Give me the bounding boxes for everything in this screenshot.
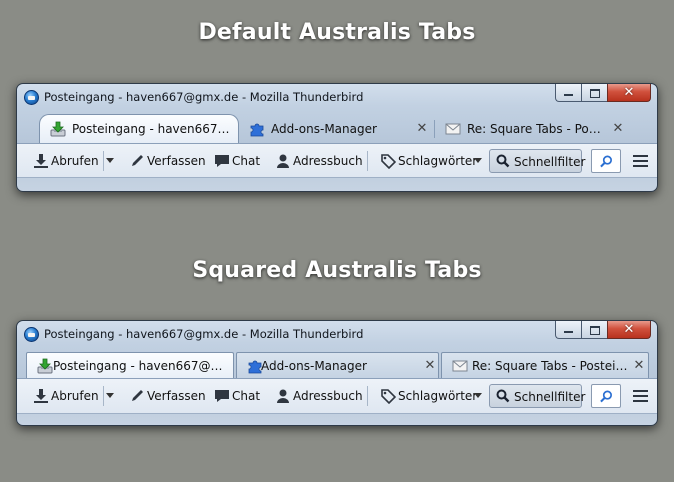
chevron-down-icon[interactable] xyxy=(106,393,114,398)
chevron-down-icon xyxy=(474,157,482,163)
tags-label: Schlagwörter xyxy=(398,389,478,403)
tab-addons-label: Add-ons-Manager xyxy=(271,121,377,136)
chat-button[interactable]: Chat xyxy=(214,384,264,408)
tab-re-square-label: Re: Square Tabs - Posteinga... xyxy=(472,358,628,373)
chat-bubble-icon xyxy=(215,390,229,402)
get-messages-label: Abrufen xyxy=(51,153,99,168)
tab-close-icon[interactable]: ✕ xyxy=(423,358,437,374)
title-bar[interactable]: Posteingang - haven667@gmx.de - Mozilla … xyxy=(17,84,657,111)
thunderbird-app-icon[interactable] xyxy=(24,327,39,342)
chevron-down-icon xyxy=(474,393,482,398)
write-button[interactable]: Verfassen xyxy=(129,149,209,173)
inbox-download-icon xyxy=(50,121,66,137)
window-title: Posteingang - haven667@gmx.de - Mozilla … xyxy=(44,90,364,104)
search-input[interactable] xyxy=(591,148,621,173)
chat-label: Chat xyxy=(232,153,261,168)
minimize-button[interactable] xyxy=(555,321,581,339)
inbox-download-icon xyxy=(37,358,53,373)
thunderbird-window-squared: Posteingang - haven667@gmx.de - Mozilla … xyxy=(16,320,658,426)
tab-strip: Posteingang - haven667@gmx.... Add-ons-M… xyxy=(17,352,657,378)
person-icon xyxy=(277,154,289,168)
chevron-down-icon[interactable] xyxy=(106,157,114,163)
envelope-icon xyxy=(445,123,461,134)
address-book-label: Adressbuch xyxy=(293,389,363,403)
tab-close-icon[interactable]: ✕ xyxy=(415,121,429,137)
tags-label: Schlagwörter xyxy=(398,153,478,168)
chat-button[interactable]: Chat xyxy=(214,149,264,173)
write-label: Verfassen xyxy=(147,389,206,403)
maximize-icon xyxy=(590,89,600,98)
maximize-button[interactable] xyxy=(581,84,607,102)
get-messages-button[interactable]: Abrufen xyxy=(33,149,101,173)
quick-filter-label: Schnellfilter xyxy=(514,154,586,169)
window-caption-buttons: ✕ xyxy=(555,321,651,340)
get-messages-label: Abrufen xyxy=(51,389,99,403)
window-title: Posteingang - haven667@gmx.de - Mozilla … xyxy=(44,327,364,341)
tab-close-icon[interactable]: ✕ xyxy=(611,121,625,137)
search-icon xyxy=(496,154,510,167)
minimize-icon xyxy=(564,331,573,333)
tab-inbox[interactable]: Posteingang - haven667@g... xyxy=(39,114,239,143)
heading-default-tabs: Default Australis Tabs xyxy=(198,20,476,45)
tab-addons-label: Add-ons-Manager xyxy=(261,358,367,373)
mail-toolbar: Abrufen Verfassen Chat Adressbuch Schlag… xyxy=(17,143,657,178)
heading-squared-tabs: Squared Australis Tabs xyxy=(192,258,482,283)
close-window-button[interactable]: ✕ xyxy=(607,321,651,339)
thunderbird-app-icon[interactable] xyxy=(24,90,39,105)
tab-close-icon[interactable]: ✕ xyxy=(632,358,646,374)
tab-strip: Posteingang - haven667@g... Add-ons-Mana… xyxy=(17,114,657,143)
title-bar[interactable]: Posteingang - haven667@gmx.de - Mozilla … xyxy=(17,321,657,348)
tab-addons-manager[interactable]: Add-ons-Manager ✕ xyxy=(239,114,435,143)
download-icon xyxy=(34,389,48,403)
pencil-icon xyxy=(132,154,143,166)
tag-icon xyxy=(381,153,396,169)
tab-addons-manager[interactable]: Add-ons-Manager ✕ xyxy=(236,352,439,378)
thunderbird-window-default: Posteingang - haven667@gmx.de - Mozilla … xyxy=(16,83,658,192)
toolbar-separator xyxy=(103,150,104,171)
tab-inbox[interactable]: Posteingang - haven667@gmx.... xyxy=(26,352,234,378)
chat-bubble-icon xyxy=(215,154,229,167)
pencil-icon xyxy=(132,390,143,401)
get-messages-button[interactable]: Abrufen xyxy=(33,384,101,408)
quick-filter-label: Schnellfilter xyxy=(514,390,586,404)
maximize-icon xyxy=(590,326,600,335)
minimize-button[interactable] xyxy=(555,84,581,102)
toolbar-separator xyxy=(103,386,104,406)
tab-re-square-tabs[interactable]: Re: Square Tabs - Posteinga... ✕ xyxy=(441,352,649,378)
toolbar-separator xyxy=(367,386,368,406)
envelope-icon xyxy=(452,360,468,371)
tab-inbox-label: Posteingang - haven667@gmx.... xyxy=(53,358,229,373)
menu-icon[interactable] xyxy=(633,153,649,169)
mail-toolbar: Abrufen Verfassen Chat Adressbuch Schlag… xyxy=(17,378,657,414)
write-button[interactable]: Verfassen xyxy=(129,384,209,408)
close-icon: ✕ xyxy=(623,322,635,337)
tags-button[interactable]: Schlagwörter xyxy=(380,149,482,173)
quick-filter-button[interactable]: Schnellfilter xyxy=(489,148,586,173)
address-book-button[interactable]: Adressbuch xyxy=(275,384,363,408)
tag-icon xyxy=(381,389,396,404)
person-icon xyxy=(277,389,289,403)
close-icon: ✕ xyxy=(623,85,635,100)
write-label: Verfassen xyxy=(147,153,206,168)
search-icon xyxy=(600,390,612,403)
tab-re-square-label: Re: Square Tabs - Postei... xyxy=(467,121,603,136)
tab-re-square-tabs[interactable]: Re: Square Tabs - Postei... ✕ xyxy=(435,114,635,143)
maximize-button[interactable] xyxy=(581,321,607,339)
tags-button[interactable]: Schlagwörter xyxy=(380,384,482,408)
search-input[interactable] xyxy=(591,384,621,408)
chat-label: Chat xyxy=(232,389,261,403)
search-icon xyxy=(600,155,612,167)
minimize-icon xyxy=(564,94,573,96)
toolbar-separator xyxy=(367,150,368,171)
close-window-button[interactable]: ✕ xyxy=(607,84,651,102)
menu-icon[interactable] xyxy=(633,388,649,404)
search-icon xyxy=(496,389,510,403)
address-book-button[interactable]: Adressbuch xyxy=(275,149,363,173)
address-book-label: Adressbuch xyxy=(293,153,363,168)
window-caption-buttons: ✕ xyxy=(555,84,651,103)
download-icon xyxy=(34,153,48,168)
tab-inbox-label: Posteingang - haven667@g... xyxy=(72,122,234,136)
puzzle-piece-icon xyxy=(250,123,264,136)
quick-filter-button[interactable]: Schnellfilter xyxy=(489,384,586,408)
